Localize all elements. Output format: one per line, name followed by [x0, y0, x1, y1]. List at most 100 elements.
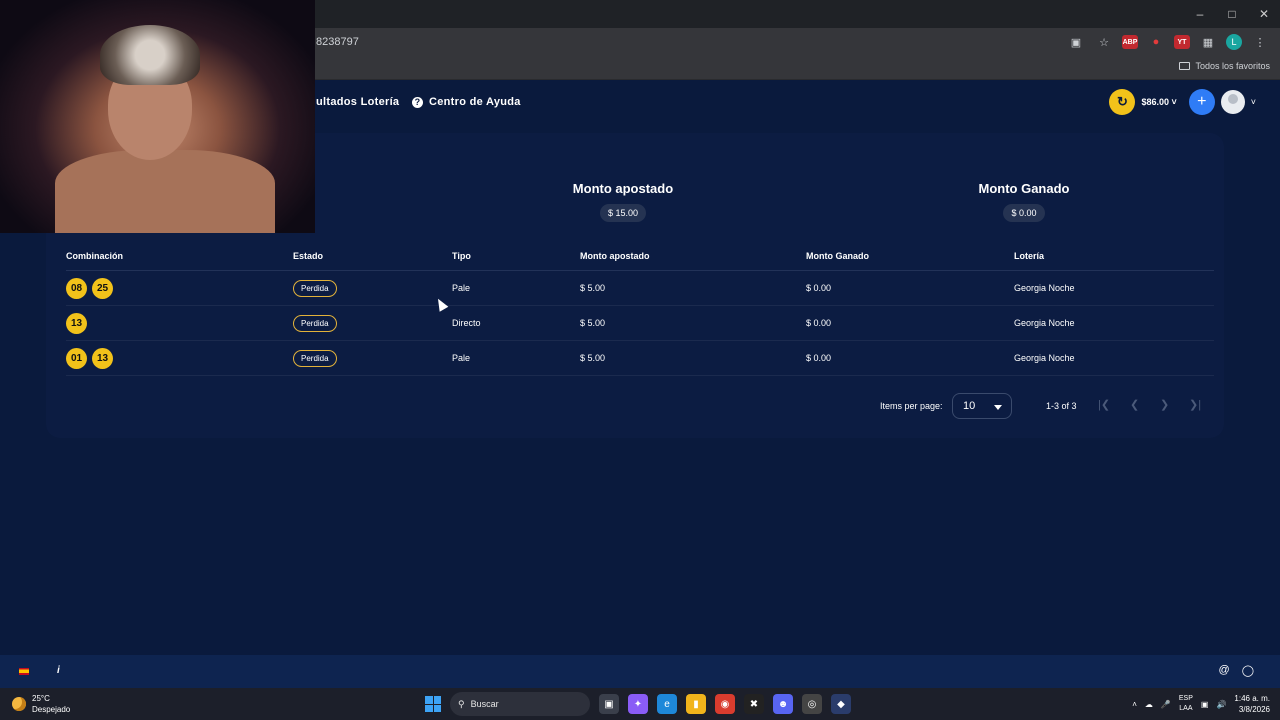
number-ball: 01 — [66, 348, 87, 369]
summary-ganado-title: Monto Ganado — [978, 181, 1070, 196]
network-icon[interactable]: ▣ — [1201, 700, 1209, 709]
weather-widget[interactable]: 25°C Despejado — [12, 693, 70, 715]
discord-icon[interactable]: ☻ — [773, 694, 793, 714]
number-ball: 13 — [66, 313, 87, 334]
obs-icon[interactable]: ◎ — [802, 694, 822, 714]
webcam-person-body — [55, 150, 275, 233]
first-page-icon[interactable]: |❮ — [1098, 398, 1110, 411]
extension-drop-icon[interactable]: ● — [1146, 32, 1166, 52]
last-page-icon[interactable]: ❯| — [1189, 398, 1201, 411]
windows-start-icon[interactable] — [425, 696, 441, 712]
task-view-icon[interactable]: ▣ — [599, 694, 619, 714]
header-monto-apostado[interactable]: Monto apostado — [580, 251, 650, 261]
page-size-select[interactable]: 10 — [952, 393, 1012, 419]
nav-resultados-loteria[interactable]: ultados Lotería — [316, 96, 399, 108]
cell-loteria: Georgia Noche — [1014, 283, 1075, 293]
next-page-icon[interactable]: ❯ — [1160, 398, 1169, 411]
cell-tipo: Pale — [452, 283, 471, 293]
app-icon[interactable]: ◆ — [831, 694, 851, 714]
edge-icon[interactable]: e — [657, 694, 677, 714]
combination-balls: 13 — [66, 313, 87, 334]
header-estado[interactable]: Estado — [293, 251, 323, 261]
email-icon[interactable]: @ — [1219, 664, 1230, 677]
header-loteria[interactable]: Lotería — [1014, 251, 1044, 261]
summary-apostado-title: Monto apostado — [572, 181, 674, 196]
search-placeholder: Buscar — [470, 699, 499, 709]
header-account-area: ↻ $86.00 ˅ + ˅ — [1109, 89, 1256, 115]
cell-monto-ganado: $ 0.00 — [806, 283, 832, 293]
extensions-puzzle-icon[interactable]: ▦ — [1198, 32, 1218, 52]
cell-tipo: Directo — [452, 318, 481, 328]
volume-icon[interactable]: 🔊 — [1216, 700, 1226, 709]
user-avatar[interactable] — [1220, 90, 1245, 114]
header-tipo[interactable]: Tipo — [452, 251, 471, 261]
minimize-icon[interactable]: – — [1184, 0, 1216, 28]
os-taskbar: 25°C Despejado ⚲ Buscar ▣ ✦ e ▮ ◉ ✖ ☻ ◎ … — [0, 688, 1280, 720]
nav-centro-ayuda[interactable]: ? Centro de Ayuda — [412, 96, 521, 108]
clock[interactable]: 1:46 a. m. 3/8/2026 — [1234, 693, 1270, 715]
table-row[interactable]: 08 25 Perdida Pale $ 5.00 $ 0.00 Georgia… — [66, 271, 1214, 306]
language-code: ESP — [1178, 695, 1193, 702]
folder-icon — [1179, 62, 1191, 70]
url-text[interactable]: 8238797 — [316, 36, 359, 48]
youtube-extension-icon[interactable]: YT — [1174, 35, 1190, 49]
items-per-page-label: Items per page: — [880, 401, 943, 411]
header-monto-ganado[interactable]: Monto Ganado — [806, 251, 869, 261]
onedrive-icon[interactable]: ☁ — [1145, 700, 1153, 709]
moon-icon — [12, 697, 26, 711]
dropdown-caret-icon — [994, 405, 1002, 410]
profile-avatar-icon[interactable]: L — [1226, 34, 1242, 50]
chevron-up-icon[interactable]: ˄ — [1132, 700, 1137, 709]
number-ball: 13 — [92, 348, 113, 369]
cell-monto-apostado: $ 5.00 — [580, 283, 606, 293]
cell-monto-apostado: $ 5.00 — [580, 353, 606, 363]
prev-page-icon[interactable]: ❮ — [1130, 398, 1139, 411]
summary-apostado-value: $ 15.00 — [599, 204, 647, 222]
balance-value: $86.00 — [1141, 97, 1169, 107]
all-bookmarks-label: Todos los favoritos — [1195, 61, 1270, 71]
bookmark-star-icon[interactable]: ☆ — [1094, 32, 1114, 52]
status-badge: Perdida — [293, 350, 337, 367]
cell-monto-ganado: $ 0.00 — [806, 318, 832, 328]
nav-resultados-label: ultados Lotería — [316, 96, 400, 108]
weather-condition: Despejado — [32, 705, 71, 714]
summary-monto-apostado: Monto apostado $ 15.00 — [513, 181, 733, 222]
chevron-down-icon[interactable]: ˅ — [1251, 97, 1256, 107]
info-icon[interactable]: i — [57, 665, 60, 676]
taskbar-apps: ⚲ Buscar ▣ ✦ e ▮ ◉ ✖ ☻ ◎ ◆ — [425, 692, 851, 716]
table-row[interactable]: 13 Perdida Directo $ 5.00 $ 0.00 Georgia… — [66, 306, 1214, 341]
balance-dropdown[interactable]: $86.00 ˅ — [1141, 97, 1176, 107]
cell-loteria: Georgia Noche — [1014, 318, 1075, 328]
number-ball: 08 — [66, 278, 87, 299]
number-ball: 25 — [92, 278, 113, 299]
weather-text: 25°C Despejado — [32, 693, 70, 715]
language-indicator[interactable]: ESP LAA — [1179, 694, 1193, 714]
chrome-icon[interactable]: ◉ — [715, 694, 735, 714]
table-row[interactable]: 01 13 Perdida Pale $ 5.00 $ 0.00 Georgia… — [66, 341, 1214, 376]
nav-ayuda-label: Centro de Ayuda — [429, 96, 521, 108]
adblock-extension-icon[interactable]: ABP — [1122, 35, 1138, 49]
summary-ganado-value: $ 0.00 — [1003, 204, 1045, 222]
maximize-icon[interactable]: □ — [1216, 0, 1248, 28]
microphone-icon[interactable]: 🎤 — [1161, 700, 1171, 709]
cell-loteria: Georgia Noche — [1014, 353, 1075, 363]
keyboard-layout: LAA — [1179, 705, 1193, 712]
clock-time: 1:46 a. m. — [1234, 694, 1270, 703]
spain-flag-icon[interactable] — [19, 668, 29, 675]
header-combinacion[interactable]: Combinación — [66, 251, 123, 261]
weather-temp: 25°C — [32, 694, 50, 703]
install-app-icon[interactable]: ▣ — [1066, 32, 1086, 52]
browser-menu-icon[interactable]: ⋮ — [1250, 32, 1270, 52]
help-icon: ? — [412, 96, 423, 108]
close-icon[interactable]: ✕ — [1248, 0, 1280, 28]
capcut-icon[interactable]: ✖ — [744, 694, 764, 714]
refresh-balance-icon[interactable]: ↻ — [1109, 89, 1136, 115]
copilot-icon[interactable]: ✦ — [628, 694, 648, 714]
file-explorer-icon[interactable]: ▮ — [686, 694, 706, 714]
all-bookmarks[interactable]: Todos los favoritos — [1179, 61, 1270, 71]
add-funds-button[interactable]: + — [1188, 89, 1215, 115]
instagram-icon[interactable]: ◯ — [1242, 664, 1254, 677]
status-badge: Perdida — [293, 280, 337, 297]
combination-balls: 08 25 — [66, 278, 113, 299]
taskbar-search[interactable]: ⚲ Buscar — [450, 692, 590, 716]
